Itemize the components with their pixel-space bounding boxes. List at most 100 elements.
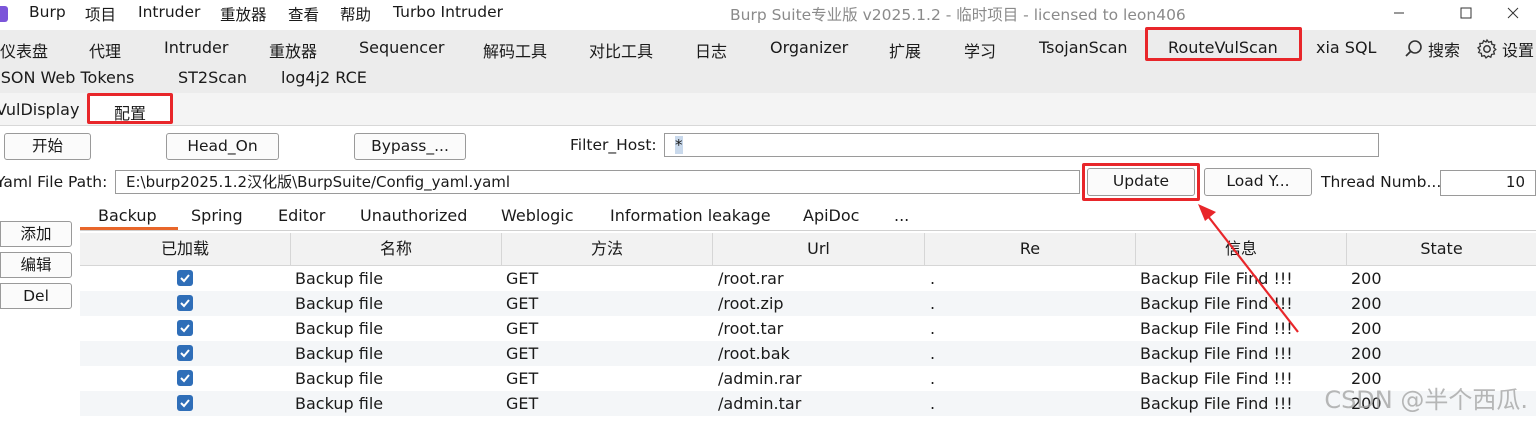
- tab-more[interactable]: ...: [894, 206, 909, 225]
- maximize-button[interactable]: [1443, 0, 1489, 26]
- tab-backup[interactable]: Backup: [98, 206, 157, 225]
- cell-url: /root.tar: [718, 319, 784, 338]
- table-row[interactable]: Backup file GET/root.zip. Backup File Find…: [80, 291, 1536, 316]
- loaded-checkbox[interactable]: [177, 395, 193, 411]
- yaml-path-input[interactable]: E:\burp2025.1.2汉化版\BurpSuite/Config_yaml…: [115, 170, 1080, 194]
- cell-name: Backup file: [295, 394, 384, 413]
- menu-project[interactable]: 项目: [85, 3, 116, 25]
- add-button[interactable]: 添加: [0, 221, 72, 247]
- menu-intruder[interactable]: Intruder: [138, 3, 200, 21]
- burp-logo-icon: [0, 6, 8, 22]
- menu-repeater[interactable]: 重放器: [220, 3, 267, 25]
- tab-vuldisplay[interactable]: VulDisplay: [0, 100, 79, 119]
- checkmark-icon: [180, 399, 190, 408]
- checkmark-icon: [180, 274, 190, 283]
- menu-help[interactable]: 帮助: [340, 3, 371, 25]
- cell-re: .: [930, 294, 936, 313]
- tab-tsojanscan[interactable]: TsojanScan: [1039, 38, 1128, 57]
- tab-json-web-tokens[interactable]: JSON Web Tokens: [0, 68, 134, 87]
- tab-proxy[interactable]: 代理: [89, 38, 121, 62]
- cell-name: Backup file: [295, 269, 384, 288]
- column-header-name[interactable]: 名称: [291, 233, 502, 265]
- cell-name: Backup file: [295, 294, 384, 313]
- cell-state: 200: [1351, 344, 1382, 363]
- checkmark-icon: [180, 299, 190, 308]
- tab-repeater[interactable]: 重放器: [269, 38, 317, 62]
- tab-editor[interactable]: Editor: [278, 206, 325, 225]
- tab-dashboard[interactable]: 仪表盘: [0, 38, 48, 62]
- load-yaml-button[interactable]: Load Y...: [1204, 168, 1312, 196]
- tab-log4j2-rce[interactable]: log4j2 RCE: [281, 68, 367, 87]
- tab-comparer[interactable]: 对比工具: [589, 38, 653, 62]
- search-button[interactable]: 搜索: [1404, 37, 1460, 61]
- tab-organizer[interactable]: Organizer: [770, 38, 848, 57]
- settings-button[interactable]: 设置: [1476, 37, 1534, 61]
- menu-view[interactable]: 查看: [288, 3, 319, 25]
- menu-burp[interactable]: Burp: [29, 3, 66, 21]
- table-row[interactable]: Backup file GET/root.rar. Backup File Find…: [80, 266, 1536, 291]
- cell-re: .: [930, 319, 936, 338]
- table-row[interactable]: Backup file GET/admin.rar. Backup File Fin…: [80, 366, 1536, 391]
- cell-method: GET: [506, 344, 539, 363]
- minimize-icon: [1394, 12, 1404, 14]
- loaded-checkbox[interactable]: [177, 295, 193, 311]
- tab-routevulscan[interactable]: RouteVulScan: [1168, 38, 1278, 57]
- thread-number-input[interactable]: 10: [1440, 170, 1536, 196]
- cell-re: .: [930, 344, 936, 363]
- cell-url: /root.rar: [718, 269, 784, 288]
- column-header-re[interactable]: Re: [925, 233, 1136, 265]
- maximize-icon: [1460, 7, 1472, 19]
- cell-re: .: [930, 369, 936, 388]
- delete-button[interactable]: Del: [0, 283, 72, 309]
- search-label: 搜索: [1428, 41, 1461, 60]
- cell-method: GET: [506, 394, 539, 413]
- cell-name: Backup file: [295, 319, 384, 338]
- bypass-button[interactable]: Bypass_...: [354, 133, 466, 160]
- head-on-button[interactable]: Head_On: [166, 133, 279, 160]
- edit-button[interactable]: 编辑: [0, 252, 72, 278]
- tab-config[interactable]: 配置: [114, 100, 146, 124]
- tab-information-leakage[interactable]: Information leakage: [610, 206, 771, 225]
- tab-decoder[interactable]: 解码工具: [483, 38, 547, 62]
- tab-spring[interactable]: Spring: [191, 206, 243, 225]
- cell-method: GET: [506, 319, 539, 338]
- cell-url: /admin.rar: [718, 369, 802, 388]
- tab-intruder[interactable]: Intruder: [164, 38, 228, 57]
- filter-host-input[interactable]: *: [664, 133, 1379, 157]
- table-row[interactable]: Backup file GET/root.bak. Backup File Find…: [80, 341, 1536, 366]
- cell-name: Backup file: [295, 344, 384, 363]
- column-header-state[interactable]: State: [1347, 233, 1536, 265]
- tab-learn[interactable]: 学习: [964, 38, 996, 62]
- menu-turbo-intruder[interactable]: Turbo Intruder: [393, 3, 503, 21]
- tab-st2scan[interactable]: ST2Scan: [178, 68, 247, 87]
- cell-url: /admin.tar: [718, 394, 802, 413]
- start-button[interactable]: 开始: [4, 133, 91, 160]
- table-row[interactable]: Backup file GET/admin.tar. Backup File Fin…: [80, 391, 1536, 416]
- cell-method: GET: [506, 369, 539, 388]
- loaded-checkbox[interactable]: [177, 370, 193, 386]
- tab-sequencer[interactable]: Sequencer: [359, 38, 445, 57]
- tab-weblogic[interactable]: Weblogic: [501, 206, 574, 225]
- column-header-loaded[interactable]: 已加载: [80, 233, 291, 265]
- update-button[interactable]: Update: [1087, 168, 1195, 196]
- cell-state: 200: [1351, 294, 1382, 313]
- column-header-url[interactable]: Url: [713, 233, 925, 265]
- loaded-checkbox[interactable]: [177, 345, 193, 361]
- cell-info: Backup File Find !!!: [1140, 394, 1293, 413]
- cell-url: /root.zip: [718, 294, 784, 313]
- loaded-checkbox[interactable]: [177, 270, 193, 286]
- filter-host-value: *: [675, 136, 683, 154]
- search-icon: [1405, 40, 1422, 57]
- close-window-button[interactable]: [1490, 0, 1536, 26]
- tab-xia-sql[interactable]: xia SQL: [1316, 38, 1376, 57]
- table-row[interactable]: Backup file GET/root.tar. Backup File Find…: [80, 316, 1536, 341]
- column-header-method[interactable]: 方法: [502, 233, 713, 265]
- cell-method: GET: [506, 294, 539, 313]
- tab-extensions[interactable]: 扩展: [889, 38, 921, 62]
- tab-logger[interactable]: 日志: [695, 38, 727, 62]
- tab-apidoc[interactable]: ApiDoc: [803, 206, 859, 225]
- tab-unauthorized[interactable]: Unauthorized: [360, 206, 467, 225]
- loaded-checkbox[interactable]: [177, 320, 193, 336]
- minimize-button[interactable]: [1376, 0, 1422, 26]
- filter-host-label: Filter_Host:: [570, 136, 657, 154]
